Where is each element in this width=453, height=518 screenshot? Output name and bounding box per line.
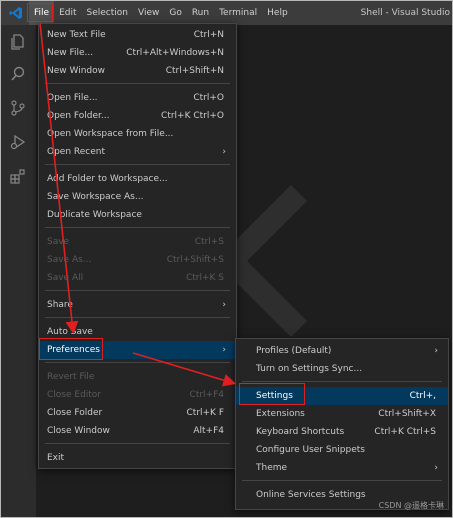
title-bar: File Edit Selection View Go Run Terminal… [1,1,452,25]
menu-item-revert-file: Revert File [47,372,95,382]
search-icon[interactable] [9,65,27,83]
vscode-window: File Edit Selection View Go Run Terminal… [0,0,453,518]
source-control-icon[interactable] [9,99,27,117]
menu-item-open-file[interactable]: Open File... Ctrl+O [39,89,236,107]
menu-separator [242,381,442,382]
menu-item-open-workspace[interactable]: Open Workspace from File... [39,125,236,143]
menu-edit[interactable]: Edit [54,1,81,25]
menu-separator [45,317,230,318]
menu-item-save: Save Ctrl+S [47,237,224,247]
menu-separator [45,362,230,363]
window-title: Shell - Visual Studio [360,8,450,18]
menu-item-open-folder[interactable]: Open Folder... Ctrl+K Ctrl+O [39,107,236,125]
chevron-right-icon: › [434,463,438,473]
menu-separator [45,164,230,165]
files-icon[interactable] [9,33,27,51]
menu-item-new-window[interactable]: New Window Ctrl+Shift+N [39,62,236,80]
menu-item-extensions[interactable]: Extensions Ctrl+Shift+X [236,405,448,423]
menu-item-keyboard-shortcuts[interactable]: Keyboard Shortcuts Ctrl+K Ctrl+S [236,423,448,441]
menu-view[interactable]: View [133,1,164,25]
menu-run[interactable]: Run [187,1,214,25]
menu-item-new-text-file[interactable]: New Text File Ctrl+N [39,26,236,44]
menu-item-exit[interactable]: Exit [39,449,236,467]
chevron-right-icon: › [222,300,226,310]
activity-bar [1,25,36,517]
menu-item-close-editor: Close Editor Ctrl+F4 [47,390,224,400]
menu-go[interactable]: Go [164,1,186,25]
menu-item-save-all: Save All Ctrl+K S [47,273,224,283]
menu-item-settings-sync[interactable]: Turn on Settings Sync... [236,360,448,378]
menu-item-open-recent[interactable]: Open Recent › [39,143,236,161]
menu-item-duplicate-workspace[interactable]: Duplicate Workspace [39,206,236,224]
menu-separator [242,480,442,481]
vscode-logo-icon [9,7,22,19]
menu-item-add-folder[interactable]: Add Folder to Workspace... [39,170,236,188]
menu-item-configure-snippets[interactable]: Configure User Snippets [236,441,448,459]
menu-item-new-file[interactable]: New File... Ctrl+Alt+Windows+N [39,44,236,62]
settings-highlight [239,383,305,405]
chevron-right-icon: › [222,147,226,157]
menu-separator [45,227,230,228]
menu-separator [45,83,230,84]
extensions-icon[interactable] [9,167,27,185]
preferences-submenu: Profiles (Default) › Turn on Settings Syn… [235,338,449,510]
chevron-right-icon: › [434,346,438,356]
menu-item-theme[interactable]: Theme › [236,459,448,477]
menu-item-close-folder[interactable]: Close Folder Ctrl+K F [39,404,236,422]
file-menu: New Text File Ctrl+N New File... Ctrl+Alt+… [38,23,237,469]
menu-terminal[interactable]: Terminal [214,1,262,25]
chevron-right-icon: › [222,345,226,355]
menu-item-share[interactable]: Share › [39,296,236,314]
file-menu-highlight [27,3,53,22]
menu-item-save-as: Save As... Ctrl+Shift+S [47,255,224,265]
menu-item-profiles[interactable]: Profiles (Default) › [236,342,448,360]
watermark-text: CSDN @遥格卡琳 [378,501,444,510]
menu-help[interactable]: Help [262,1,293,25]
menu-selection[interactable]: Selection [82,1,133,25]
preferences-highlight [39,338,103,360]
run-debug-icon[interactable] [9,133,27,151]
menu-bar: File Edit Selection View Go Run Terminal… [29,1,293,25]
menu-item-close-window[interactable]: Close Window Alt+F4 [39,422,236,440]
menu-separator [45,443,230,444]
menu-item-save-workspace-as[interactable]: Save Workspace As... [39,188,236,206]
menu-separator [45,290,230,291]
